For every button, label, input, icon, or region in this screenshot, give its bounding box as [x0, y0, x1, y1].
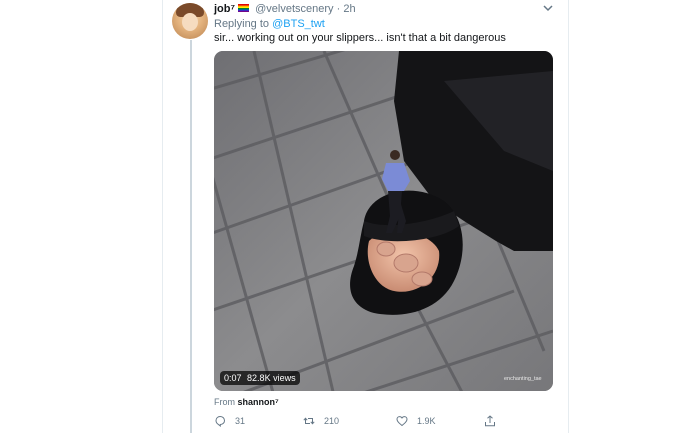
timeline-right-border — [568, 0, 569, 433]
timeline-left-border — [162, 0, 163, 433]
heart-icon — [396, 416, 408, 427]
header-separator: · — [336, 3, 341, 15]
share-button[interactable] — [484, 414, 505, 428]
like-count: 1.9K — [417, 416, 436, 426]
replying-to-line: Replying to @BTS_twt — [214, 18, 325, 30]
author-name[interactable]: job⁷ — [214, 3, 235, 15]
video-views: 82.8K views — [247, 373, 296, 383]
rainbow-flag-icon — [238, 4, 250, 12]
tweet-actions: 31 210 1.9K — [214, 414, 514, 428]
reply-count: 31 — [235, 416, 246, 426]
chevron-down-icon[interactable] — [542, 3, 554, 13]
share-icon — [485, 415, 495, 427]
reply-icon — [215, 415, 226, 427]
tweet-video[interactable] — [214, 51, 553, 391]
source-name-link[interactable]: shannon⁷ — [238, 397, 279, 407]
retweet-count: 210 — [324, 416, 340, 426]
thread-connector-line — [190, 40, 192, 433]
video-stats-badge: 0:07 82.8K views — [220, 371, 300, 385]
tweet-text: sir... working out on your slippers... i… — [214, 32, 506, 44]
source-prefix: From — [214, 397, 235, 407]
retweet-icon — [303, 417, 315, 425]
reply-button[interactable]: 31 — [214, 414, 245, 428]
author-handle[interactable]: @velvetscenery — [255, 3, 333, 15]
video-source: From shannon⁷ — [214, 397, 279, 407]
retweet-button[interactable]: 210 — [303, 414, 339, 428]
video-duration: 0:07 — [224, 373, 242, 383]
avatar-face — [182, 13, 198, 31]
tweet-header: job⁷ @velvetscenery · 2h — [214, 3, 356, 16]
avatar[interactable] — [172, 3, 208, 39]
replying-prefix: Replying to — [214, 18, 273, 30]
tweet-timestamp[interactable]: 2h — [343, 3, 355, 15]
video-frame — [214, 51, 553, 391]
replying-mention-link[interactable]: @BTS_twt — [272, 18, 325, 30]
like-button[interactable]: 1.9K — [396, 414, 436, 428]
video-watermark: enchanting_tae — [504, 376, 542, 382]
